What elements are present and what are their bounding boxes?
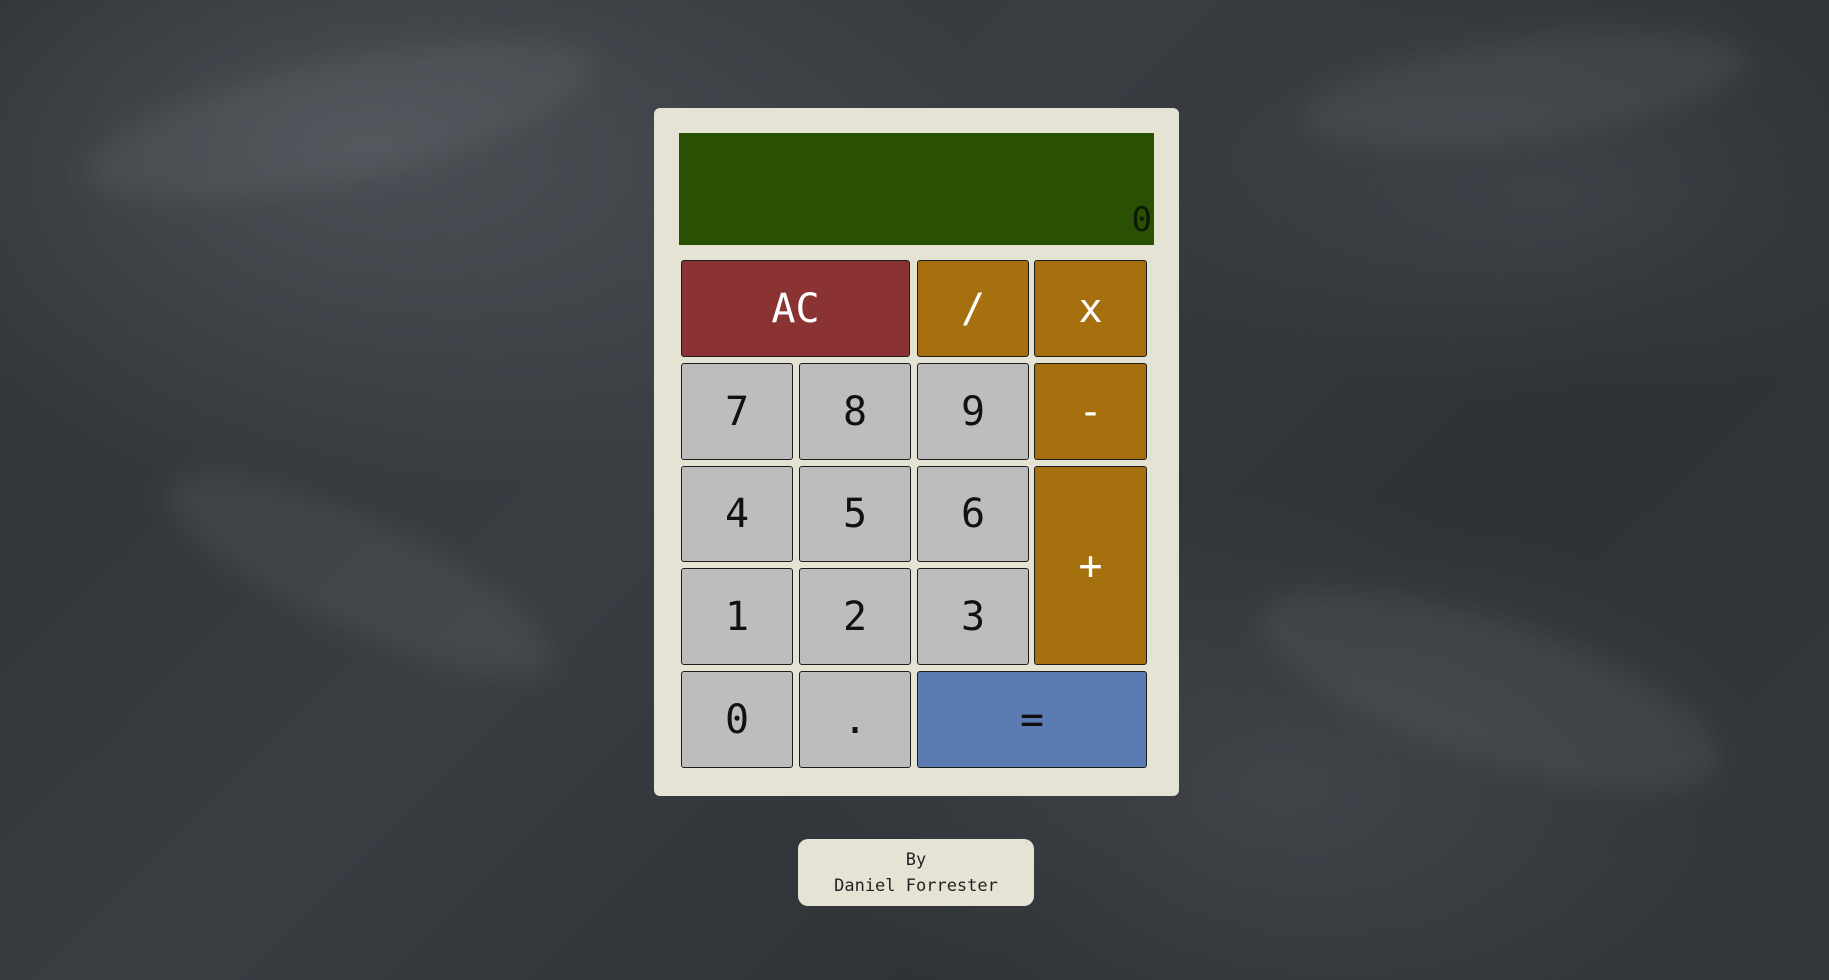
digit-8-label: 8	[842, 388, 868, 435]
digit-4-button[interactable]: 4	[681, 466, 793, 562]
add-button-label: +	[1078, 542, 1103, 589]
chalk-smudge	[1240, 549, 1740, 831]
author-credit: By Daniel Forrester	[798, 839, 1034, 906]
chalk-smudge	[73, 7, 607, 233]
digit-6-button[interactable]: 6	[917, 466, 1029, 562]
divide-button[interactable]: /	[917, 260, 1029, 357]
add-button[interactable]: +	[1034, 466, 1147, 665]
digit-1-button[interactable]: 1	[681, 568, 793, 665]
digit-0-label: 0	[724, 696, 750, 743]
calculator: 0 AC / x 7 8 9 - 4 5 6 + 1 2 3 0 . =	[654, 108, 1179, 796]
equals-button-label: =	[1019, 696, 1045, 743]
display-value: 0	[1131, 200, 1152, 240]
chalk-smudge	[1295, 9, 1755, 171]
digit-9-label: 9	[960, 388, 986, 435]
digit-1-label: 1	[724, 593, 750, 640]
digit-2-button[interactable]: 2	[799, 568, 911, 665]
calculator-display: 0	[679, 133, 1154, 245]
subtract-button[interactable]: -	[1034, 363, 1147, 460]
multiply-button[interactable]: x	[1034, 260, 1147, 357]
digit-8-button[interactable]: 8	[799, 363, 911, 460]
digit-5-button[interactable]: 5	[799, 466, 911, 562]
digit-7-label: 7	[724, 388, 750, 435]
digit-5-label: 5	[842, 491, 868, 537]
clear-button[interactable]: AC	[681, 260, 910, 357]
digit-7-button[interactable]: 7	[681, 363, 793, 460]
digit-6-label: 6	[960, 491, 986, 537]
clear-button-label: AC	[771, 285, 820, 332]
chalk-smudge	[146, 436, 574, 714]
equals-button[interactable]: =	[917, 671, 1147, 768]
digit-9-button[interactable]: 9	[917, 363, 1029, 460]
subtract-button-label: -	[1078, 388, 1103, 435]
digit-2-label: 2	[842, 593, 868, 640]
credit-by: By	[905, 849, 927, 870]
decimal-button[interactable]: .	[799, 671, 911, 768]
digit-4-label: 4	[724, 491, 750, 537]
decimal-button-label: .	[842, 696, 868, 743]
divide-button-label: /	[960, 285, 986, 332]
digit-0-button[interactable]: 0	[681, 671, 793, 768]
digit-3-label: 3	[960, 593, 986, 640]
digit-3-button[interactable]: 3	[917, 568, 1029, 665]
credit-author-name: Daniel Forrester	[834, 875, 998, 896]
multiply-button-label: x	[1078, 285, 1103, 332]
